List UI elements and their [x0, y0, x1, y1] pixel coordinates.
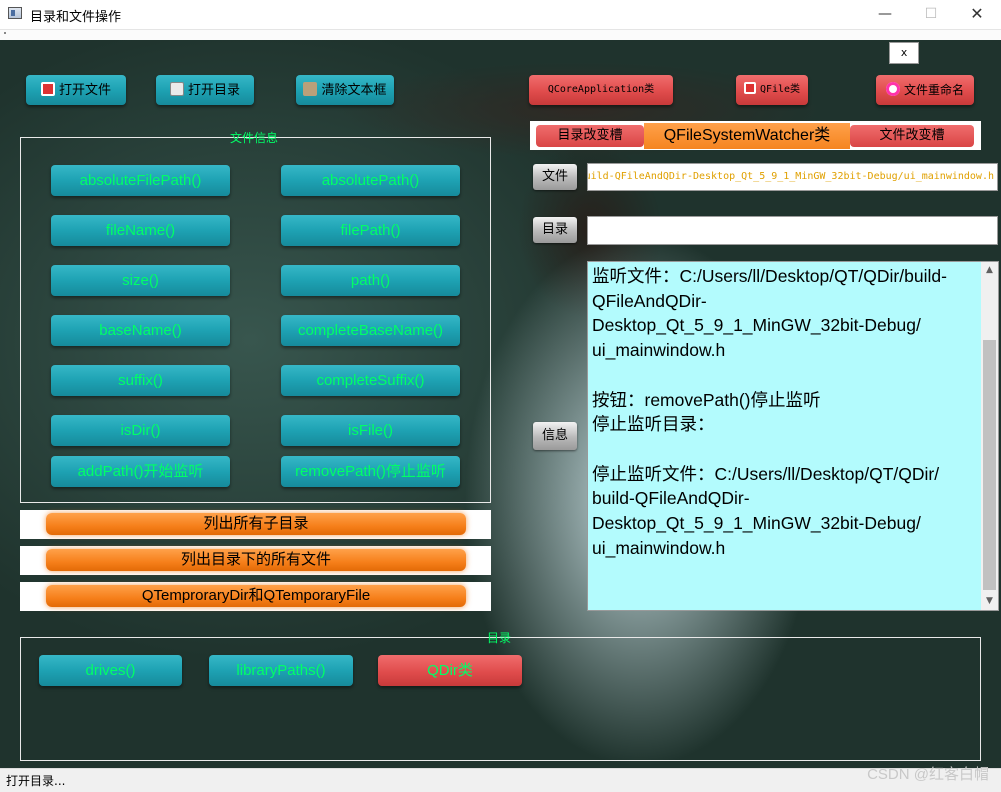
small-close-button[interactable]: x: [889, 42, 919, 64]
base-name-button[interactable]: baseName(): [51, 315, 230, 346]
absolute-file-path-button[interactable]: absoluteFilePath(): [51, 165, 230, 196]
info-label-button[interactable]: 信息: [533, 422, 577, 450]
info-text: 监听文件：C:/Users/ll/Desktop/QT/QDir/build- …: [592, 266, 947, 558]
dir-changed-slot-button[interactable]: 目录改变槽: [536, 125, 644, 147]
minimize-button[interactable]: —: [862, 0, 908, 30]
library-paths-button[interactable]: libraryPaths(): [209, 655, 353, 686]
dir-label-button[interactable]: 目录: [533, 217, 577, 243]
file-system-watcher-bar: 目录改变槽 QFileSystemWatcher类 文件改变槽: [530, 121, 981, 150]
remove-path-button[interactable]: removePath()停止监听: [281, 456, 460, 487]
temp-dir-row: QTemproraryDir和QTemporaryFile: [20, 582, 491, 611]
qdir-button[interactable]: QDir类: [378, 655, 522, 686]
file-path-button[interactable]: filePath(): [281, 215, 460, 246]
close-button[interactable]: ✕: [954, 0, 1000, 30]
info-text-area[interactable]: 监听文件：C:/Users/ll/Desktop/QT/QDir/build- …: [587, 261, 999, 611]
qcoreapplication-button[interactable]: QCoreApplication类: [529, 75, 673, 105]
window-title: 目录和文件操作: [30, 10, 122, 25]
file-path-field[interactable]: uild-QFileAndQDir-Desktop_Qt_5_9_1_MinGW…: [587, 163, 998, 191]
clear-text-button[interactable]: 清除文本框: [296, 75, 394, 105]
title-bar: 目录和文件操作 — ☐ ✕: [0, 0, 1001, 30]
folder-icon: [169, 82, 184, 96]
qfile-button[interactable]: QFile类: [736, 75, 808, 105]
open-file-button[interactable]: 打开文件: [26, 75, 126, 105]
qfilesystemwatcher-label: QFileSystemWatcher类: [644, 123, 850, 149]
list-files-row: 列出目录下的所有文件: [20, 546, 491, 575]
file-name-button[interactable]: fileName(): [51, 215, 230, 246]
open-dir-button[interactable]: 打开目录: [156, 75, 254, 105]
status-bar: 打开目录...: [0, 768, 1001, 792]
list-subdirs-row: 列出所有子目录: [20, 510, 491, 539]
status-message: 打开目录...: [6, 774, 66, 788]
dir-path-field[interactable]: [587, 216, 998, 245]
file-icon: [40, 82, 55, 96]
watermark: CSDN @红客白帽: [867, 766, 989, 783]
scroll-down-icon[interactable]: ▼: [981, 593, 998, 610]
info-scrollbar[interactable]: ▲ ▼: [981, 262, 998, 610]
temp-dir-file-button[interactable]: QTemproraryDir和QTemporaryFile: [46, 585, 466, 607]
file-changed-slot-button[interactable]: 文件改变槽: [850, 125, 974, 147]
size-button[interactable]: size(): [51, 265, 230, 296]
suffix-button[interactable]: suffix(): [51, 365, 230, 396]
file-info-legend: 文件信息: [230, 131, 279, 145]
file-label-button[interactable]: 文件: [533, 164, 577, 190]
list-files-button[interactable]: 列出目录下的所有文件: [46, 549, 466, 571]
add-path-button[interactable]: addPath()开始监听: [51, 456, 230, 487]
dir-legend: 目录: [487, 631, 512, 645]
scroll-up-icon[interactable]: ▲: [981, 262, 998, 279]
absolute-path-button[interactable]: absolutePath(): [281, 165, 460, 196]
path-button[interactable]: path(): [281, 265, 460, 296]
image-icon: [303, 82, 318, 96]
flower-icon: [885, 82, 900, 96]
is-file-button[interactable]: isFile(): [281, 415, 460, 446]
drives-button[interactable]: drives(): [39, 655, 182, 686]
menu-grip: [0, 30, 1001, 40]
complete-base-name-button[interactable]: completeBaseName(): [281, 315, 460, 346]
is-dir-button[interactable]: isDir(): [51, 415, 230, 446]
file-icon: [743, 82, 756, 94]
scroll-thumb[interactable]: [983, 340, 996, 590]
rename-file-button[interactable]: 文件重命名: [876, 75, 974, 105]
app-icon: [8, 7, 22, 19]
complete-suffix-button[interactable]: completeSuffix(): [281, 365, 460, 396]
maximize-button[interactable]: ☐: [908, 0, 954, 30]
list-subdirs-button[interactable]: 列出所有子目录: [46, 513, 466, 535]
